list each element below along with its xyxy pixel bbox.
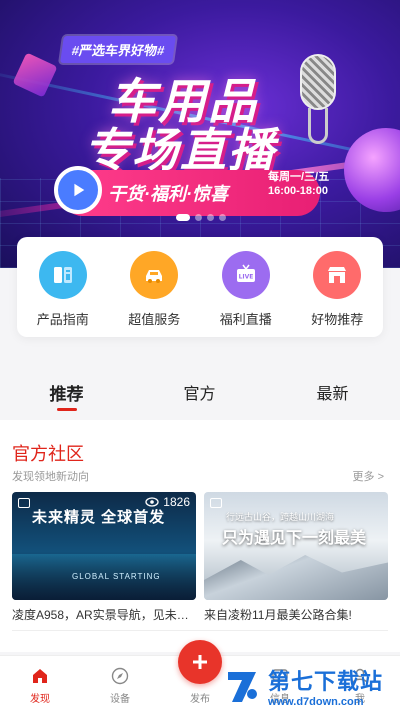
quick-item-label: 产品指南: [36, 312, 89, 327]
quick-menu: 产品指南 超值服务 LIVE 福利直播 好物推荐: [17, 237, 383, 337]
feed-tabs: 推荐 官方 最新: [0, 360, 400, 414]
post-caption[interactable]: 来自凌粉11月最美公路合集!: [204, 606, 388, 623]
post-caption[interactable]: 凌度A958，AR实景导航，见未来...: [12, 606, 196, 623]
carousel-indicator: [176, 214, 226, 221]
svg-text:LIVE: LIVE: [238, 274, 253, 281]
quick-item-label: 好物推荐: [311, 312, 364, 327]
post-card[interactable]: 1826 未来精灵 全球首发 GLOBAL STARTING: [12, 492, 196, 600]
carousel-dot[interactable]: [219, 214, 226, 221]
play-icon[interactable]: [54, 166, 102, 214]
card-image-mountains: [204, 555, 388, 600]
nav-discover[interactable]: 发现: [0, 656, 80, 711]
card-image-subline: GLOBAL STARTING: [72, 572, 161, 581]
quick-item-label: 福利直播: [219, 312, 272, 327]
live-tv-icon: LIVE: [221, 251, 270, 299]
divider: [12, 630, 388, 631]
nav-label: 设备: [110, 694, 130, 705]
microphone-icon: [300, 54, 336, 110]
compass-icon: [111, 667, 129, 685]
nav-label: 发现: [30, 694, 50, 705]
nav-label: 发布: [190, 694, 210, 705]
microphone-stand-icon: [308, 108, 328, 144]
carousel-dot[interactable]: [195, 214, 202, 221]
banner-schedule: 每周一/三/五 16:00-18:00: [268, 170, 352, 198]
section-title: 官方社区: [12, 444, 84, 464]
decor-cube-icon: [12, 52, 58, 98]
banner-hashtag: #严选车界好物#: [60, 36, 177, 63]
section-subtitle: 发现领地新动向: [12, 471, 89, 483]
quick-item-product-guide[interactable]: 产品指南: [23, 251, 103, 337]
watermark-text: 第七下载站 www.d7down.com: [268, 664, 383, 708]
schedule-days: 每周一/三/五: [268, 171, 330, 183]
nav-devices[interactable]: 设备: [80, 656, 160, 711]
carousel-dot[interactable]: [176, 214, 190, 221]
plus-icon: [193, 655, 207, 669]
quick-item-welfare-live[interactable]: LIVE 福利直播: [206, 251, 286, 337]
publish-button[interactable]: [178, 640, 222, 684]
tab-latest[interactable]: 最新: [266, 360, 399, 414]
car-icon: [130, 251, 179, 299]
home-icon: [33, 669, 47, 683]
watermark-title: 第七下载站: [268, 668, 384, 694]
video-icon: [210, 498, 222, 508]
site-watermark: 第七下载站 www.d7down.com: [222, 660, 400, 711]
schedule-time: 16:00-18:00: [268, 185, 328, 197]
store-icon: [313, 251, 362, 299]
card-image-headline: 只为遇见下一刻最美: [222, 530, 367, 547]
more-link[interactable]: 更多 >: [353, 468, 384, 484]
official-community-section: 官方社区 发现领地新动向 更多 > 1826 未来精灵 全球首发 GLOBAL …: [0, 420, 400, 652]
quick-item-label: 超值服务: [128, 312, 181, 327]
banner-tagline: 干货·福利·惊喜: [108, 184, 228, 204]
video-icon: [18, 498, 30, 508]
card-image-smalltext: 行远古山谷，跨越山川湖海: [226, 512, 335, 522]
promo-banner[interactable]: #严选车界好物# 车用品 专场直播 干货·福利·惊喜 每周一/三/五 16:00…: [0, 0, 400, 268]
card-image-headline: 未来精灵 全球首发: [32, 509, 166, 526]
post-card[interactable]: 行远古山谷，跨越山川湖海 只为遇见下一刻最美: [204, 492, 388, 600]
tab-official[interactable]: 官方: [133, 360, 266, 414]
view-count-value: 1826: [163, 495, 190, 509]
carousel-dot[interactable]: [207, 214, 214, 221]
tab-recommend[interactable]: 推荐: [0, 360, 133, 414]
quick-item-recommend[interactable]: 好物推荐: [297, 251, 377, 337]
quick-item-value-service[interactable]: 超值服务: [114, 251, 194, 337]
book-icon: [38, 251, 87, 299]
watermark-logo-icon: [228, 671, 257, 702]
watermark-url: www.d7down.com: [268, 695, 364, 708]
